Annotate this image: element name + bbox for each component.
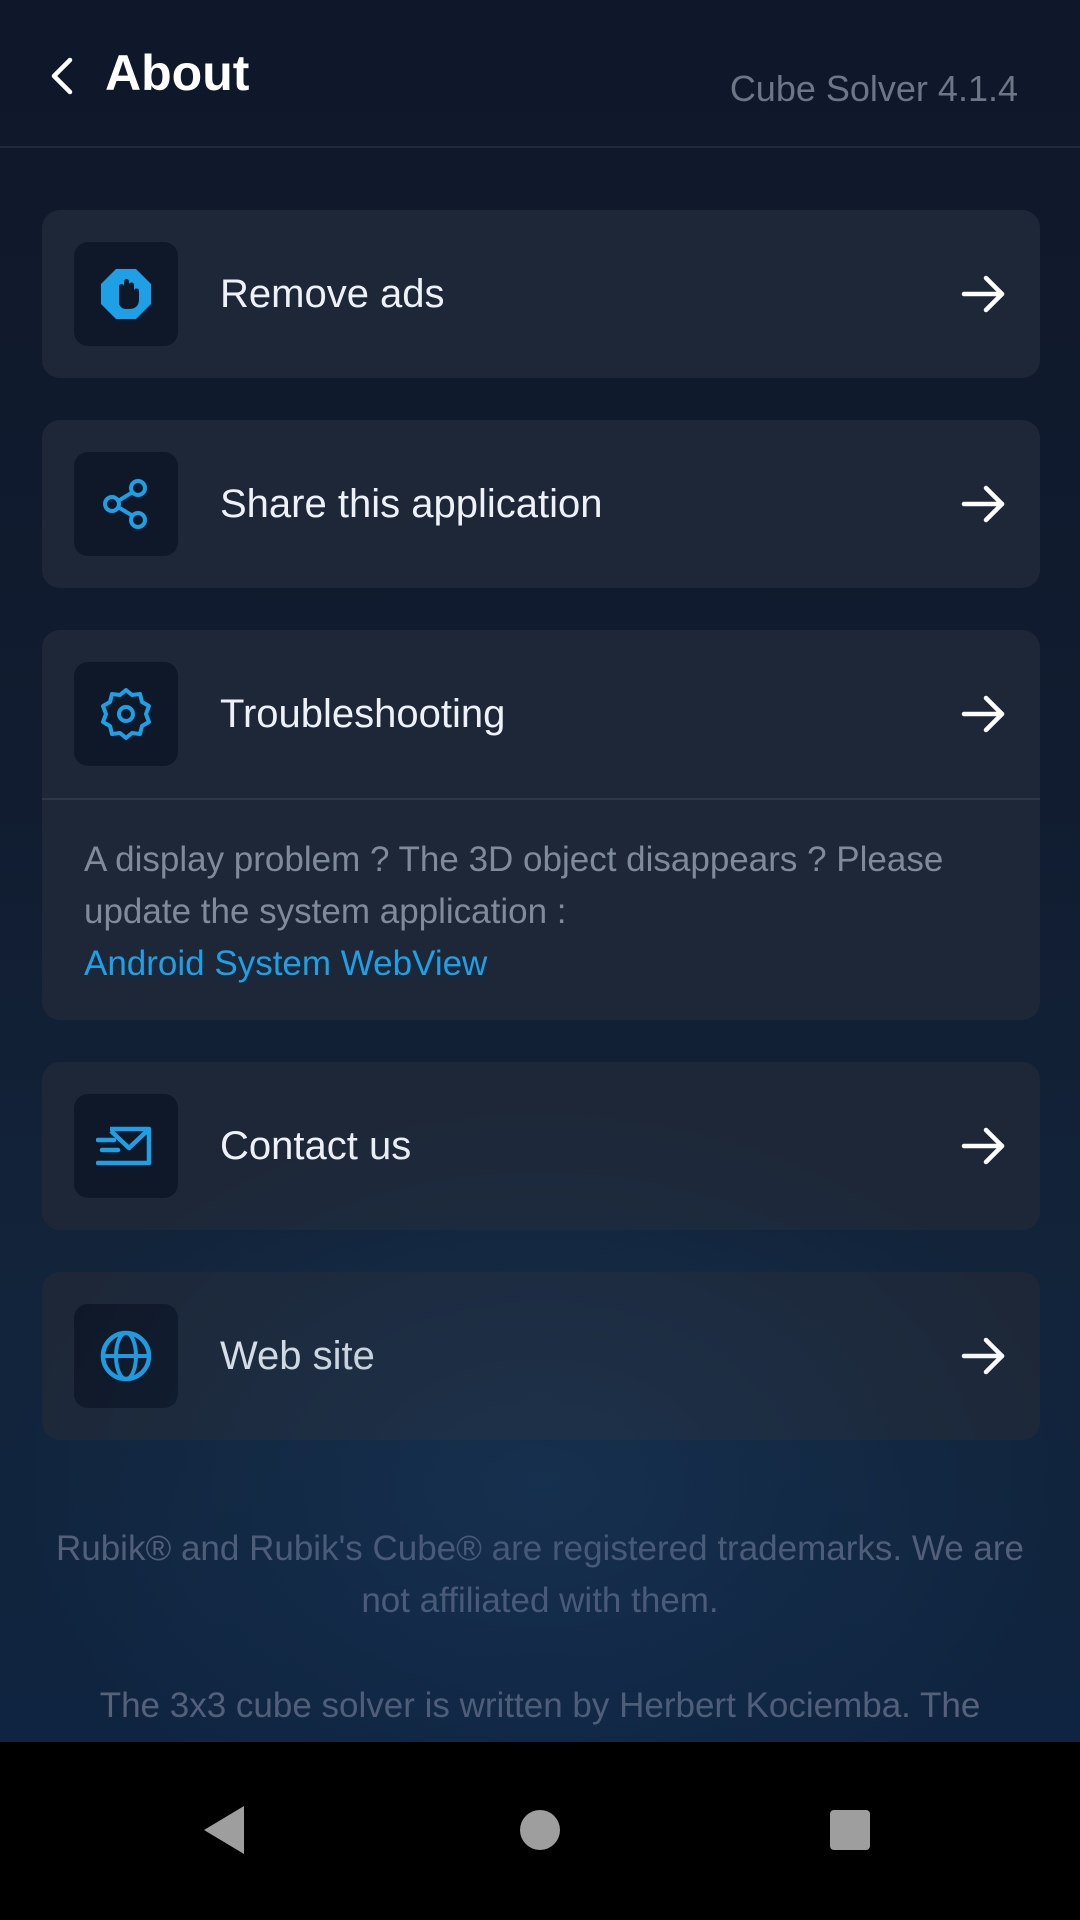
troubleshooting-card: Troubleshooting A display problem ? The … [42, 630, 1040, 1020]
gear-icon [101, 688, 151, 740]
remove-ads-card[interactable]: Remove ads [42, 210, 1040, 378]
credits-text: The 3x3 cube solver is written by Herber… [99, 1686, 981, 1725]
remove-ads-label: Remove ads [220, 271, 445, 316]
arrow-right-icon [961, 695, 1005, 733]
arrow-right-icon [961, 485, 1005, 523]
nav-home-icon[interactable] [510, 1800, 570, 1860]
app-bar: About Cube Solver 4.1.4 [0, 0, 1080, 148]
website-label: Web site [220, 1333, 375, 1378]
stop-hand-icon [101, 269, 151, 319]
webview-link[interactable]: Android System WebView [84, 938, 998, 990]
about-screen: About Cube Solver 4.1.4 Remove ads Share… [0, 0, 1080, 1742]
chevron-left-icon [51, 57, 73, 95]
arrow-right-icon [961, 275, 1005, 313]
arrow-right-icon [961, 1127, 1005, 1165]
share-label: Share this application [220, 481, 603, 526]
contact-card[interactable]: Contact us [42, 1062, 1040, 1230]
troubleshooting-label: Troubleshooting [220, 691, 506, 736]
contact-label: Contact us [220, 1123, 412, 1168]
globe-icon [100, 1330, 152, 1382]
system-nav-bar [0, 1742, 1080, 1920]
app-version: Cube Solver 4.1.4 [729, 68, 1018, 109]
trademark-notice: Rubik® and Rubik's Cube® are registered … [55, 1529, 1025, 1620]
mail-fast-icon [96, 1126, 152, 1166]
website-card[interactable]: Web site [42, 1272, 1040, 1440]
back-button[interactable] [36, 40, 88, 112]
troubleshooting-details: A display problem ? The 3D object disapp… [42, 800, 1040, 1020]
troubleshooting-icon-box [74, 662, 178, 766]
nav-recents-icon[interactable] [820, 1800, 880, 1860]
page-title: About [105, 45, 250, 101]
troubleshooting-row[interactable]: Troubleshooting [42, 630, 1040, 798]
remove-ads-icon-box [74, 242, 178, 346]
troubleshooting-text: A display problem ? The 3D object disapp… [84, 840, 944, 931]
share-icon [103, 479, 147, 529]
share-icon-box [74, 452, 178, 556]
nav-back-icon[interactable] [196, 1800, 256, 1860]
arrow-right-icon [961, 1337, 1005, 1375]
share-card[interactable]: Share this application [42, 420, 1040, 588]
website-icon-box [74, 1304, 178, 1408]
contact-icon-box [74, 1094, 178, 1198]
